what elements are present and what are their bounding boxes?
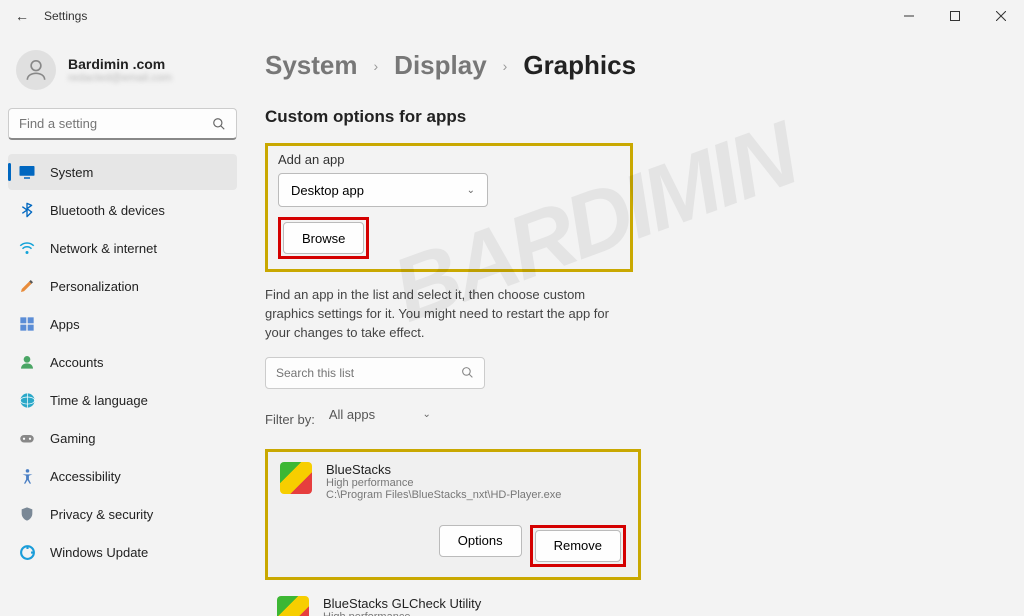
dropdown-value: Desktop app bbox=[291, 183, 364, 198]
chevron-down-icon: ⌄ bbox=[422, 409, 430, 420]
remove-button[interactable]: Remove bbox=[535, 530, 621, 562]
add-app-label: Add an app bbox=[278, 152, 620, 167]
titlebar: ← Settings bbox=[0, 0, 1024, 32]
nav-gaming[interactable]: Gaming bbox=[8, 420, 237, 456]
profile-name: Bardimin .com bbox=[68, 56, 172, 72]
app-list: BlueStacks High performance C:\Program F… bbox=[265, 449, 1004, 616]
nav-label: Accounts bbox=[50, 355, 103, 370]
nav-system[interactable]: System bbox=[8, 154, 237, 190]
avatar bbox=[16, 50, 56, 90]
nav-label: Bluetooth & devices bbox=[50, 203, 165, 218]
search-list-input[interactable] bbox=[276, 366, 461, 380]
chevron-down-icon: ⌄ bbox=[467, 185, 475, 196]
section-title: Custom options for apps bbox=[265, 107, 1004, 127]
nav-label: Privacy & security bbox=[50, 507, 153, 522]
selected-app-highlight: BlueStacks High performance C:\Program F… bbox=[265, 449, 641, 580]
nav-bluetooth[interactable]: Bluetooth & devices bbox=[8, 192, 237, 228]
nav-label: Gaming bbox=[50, 431, 96, 446]
browse-highlight: Browse bbox=[278, 217, 369, 259]
nav-network[interactable]: Network & internet bbox=[8, 230, 237, 266]
nav-label: Time & language bbox=[50, 393, 148, 408]
app-icon bbox=[277, 596, 309, 616]
chevron-right-icon: › bbox=[503, 58, 508, 74]
add-app-region: Add an app Desktop app ⌄ Browse bbox=[265, 143, 633, 272]
shield-icon bbox=[18, 505, 36, 523]
bluetooth-icon bbox=[18, 201, 36, 219]
brush-icon bbox=[18, 277, 36, 295]
app-name: BlueStacks bbox=[326, 462, 626, 477]
filter-row: Filter by: All apps ⌄ bbox=[265, 401, 1004, 439]
profile-email: redacted@email.com bbox=[68, 72, 172, 84]
nav-privacy[interactable]: Privacy & security bbox=[8, 496, 237, 532]
nav-label: Network & internet bbox=[50, 241, 157, 256]
options-button[interactable]: Options bbox=[439, 525, 522, 557]
chevron-right-icon: › bbox=[374, 58, 379, 74]
remove-highlight: Remove bbox=[530, 525, 626, 567]
nav-time[interactable]: Time & language bbox=[8, 382, 237, 418]
close-button[interactable] bbox=[978, 0, 1024, 32]
globe-icon bbox=[18, 391, 36, 409]
app-icon bbox=[280, 462, 312, 494]
system-icon bbox=[18, 163, 36, 181]
nav-personalization[interactable]: Personalization bbox=[8, 268, 237, 304]
nav-list: System Bluetooth & devices Network & int… bbox=[8, 154, 237, 570]
update-icon bbox=[18, 543, 36, 561]
profile[interactable]: Bardimin .com redacted@email.com bbox=[8, 42, 237, 108]
app-item[interactable]: BlueStacks GLCheck Utility High performa… bbox=[265, 586, 635, 616]
nav-accessibility[interactable]: Accessibility bbox=[8, 458, 237, 494]
nav-accounts[interactable]: Accounts bbox=[8, 344, 237, 380]
search-input[interactable] bbox=[19, 116, 212, 131]
sidebar: Bardimin .com redacted@email.com System … bbox=[0, 32, 245, 616]
filter-dropdown[interactable]: All apps ⌄ bbox=[325, 401, 435, 429]
app-title: Settings bbox=[44, 9, 87, 23]
nav-apps[interactable]: Apps bbox=[8, 306, 237, 342]
app-item-bluestacks[interactable]: BlueStacks High performance C:\Program F… bbox=[268, 452, 638, 577]
nav-label: System bbox=[50, 165, 93, 180]
gamepad-icon bbox=[18, 429, 36, 447]
bc-system[interactable]: System bbox=[265, 50, 358, 81]
app-name: BlueStacks GLCheck Utility bbox=[323, 596, 623, 611]
search-list-box[interactable] bbox=[265, 357, 485, 389]
app-sub: High performance bbox=[323, 611, 623, 616]
app-path: C:\Program Files\BlueStacks_nxt\HD-Playe… bbox=[326, 489, 626, 501]
accessibility-icon bbox=[18, 467, 36, 485]
search-box[interactable] bbox=[8, 108, 237, 140]
maximize-button[interactable] bbox=[932, 0, 978, 32]
bc-display[interactable]: Display bbox=[394, 50, 487, 81]
main-content: BARDIMIN System › Display › Graphics Cus… bbox=[245, 32, 1024, 616]
nav-label: Windows Update bbox=[50, 545, 148, 560]
breadcrumb: System › Display › Graphics bbox=[265, 50, 1004, 81]
search-icon bbox=[461, 366, 474, 379]
back-button[interactable]: ← bbox=[0, 8, 44, 24]
minimize-button[interactable] bbox=[886, 0, 932, 32]
filter-value: All apps bbox=[329, 407, 375, 422]
search-icon bbox=[212, 117, 226, 131]
apps-icon bbox=[18, 315, 36, 333]
browse-button[interactable]: Browse bbox=[283, 222, 364, 254]
filter-label: Filter by: bbox=[265, 412, 315, 427]
wifi-icon bbox=[18, 239, 36, 257]
nav-label: Apps bbox=[50, 317, 80, 332]
person-icon bbox=[18, 353, 36, 371]
nav-label: Personalization bbox=[50, 279, 139, 294]
app-type-dropdown[interactable]: Desktop app ⌄ bbox=[278, 173, 488, 207]
nav-label: Accessibility bbox=[50, 469, 121, 484]
nav-update[interactable]: Windows Update bbox=[8, 534, 237, 570]
description-text: Find an app in the list and select it, t… bbox=[265, 286, 635, 343]
bc-graphics: Graphics bbox=[523, 50, 636, 81]
app-sub: High performance bbox=[326, 477, 626, 489]
